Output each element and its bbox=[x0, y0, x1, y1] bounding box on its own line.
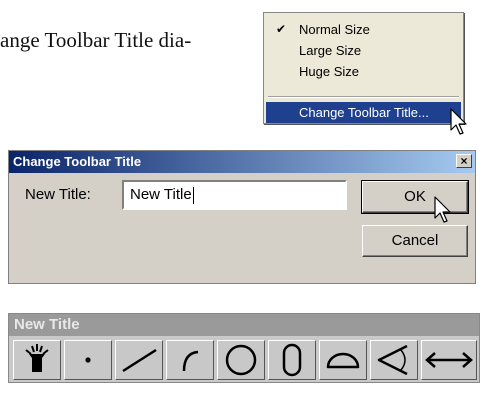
new-title-label: New Title: bbox=[25, 186, 91, 203]
menu-item-label: Normal Size bbox=[299, 22, 370, 37]
mouse-cursor-icon bbox=[450, 108, 467, 135]
new-title-input-value: New Title bbox=[130, 186, 192, 203]
menu-item-label: Change Toolbar Title... bbox=[299, 105, 429, 120]
mouse-cursor-icon bbox=[434, 196, 451, 223]
point-icon bbox=[85, 357, 91, 363]
geometry-toolbar: New Title bbox=[8, 313, 480, 383]
tool-button-line[interactable] bbox=[115, 340, 163, 380]
circle-icon bbox=[225, 344, 257, 376]
checkmark-icon: ✔ bbox=[276, 22, 287, 36]
arc-icon bbox=[182, 350, 199, 372]
distance-icon bbox=[425, 352, 473, 368]
menu-item-normal-size[interactable]: ✔ Normal Size bbox=[266, 19, 461, 40]
semicircle-icon bbox=[326, 352, 360, 369]
new-title-input[interactable]: New Title bbox=[122, 180, 347, 210]
menu-item-huge-size[interactable]: Huge Size bbox=[266, 61, 461, 82]
toolbar-titlebar[interactable]: New Title bbox=[9, 314, 479, 336]
menu-item-label: Huge Size bbox=[299, 64, 359, 79]
menu-item-large-size[interactable]: Large Size bbox=[266, 40, 461, 61]
dialog-title: Change Toolbar Title bbox=[13, 154, 142, 169]
tool-button-magic-hat[interactable] bbox=[13, 340, 61, 380]
tool-button-ellipse[interactable] bbox=[268, 340, 316, 380]
magic-hat-icon bbox=[25, 344, 49, 372]
dialog-titlebar[interactable]: Change Toolbar Title × bbox=[9, 151, 475, 173]
menu-item-change-toolbar-title[interactable]: Change Toolbar Title... bbox=[266, 102, 461, 123]
tool-button-angle[interactable] bbox=[370, 340, 418, 380]
menu-separator bbox=[268, 96, 459, 98]
close-icon[interactable]: × bbox=[456, 154, 472, 168]
tool-button-semicircle[interactable] bbox=[319, 340, 367, 380]
menu-item-label: Large Size bbox=[299, 43, 362, 58]
book-text-fragment: ange Toolbar Title dia- bbox=[0, 28, 192, 52]
change-toolbar-title-dialog: Change Toolbar Title × New Title: New Ti… bbox=[8, 150, 476, 284]
tool-button-point[interactable] bbox=[64, 340, 112, 380]
line-icon bbox=[122, 348, 157, 373]
tool-button-arc[interactable] bbox=[166, 340, 214, 380]
cancel-button[interactable]: Cancel bbox=[362, 225, 468, 257]
tool-button-circle[interactable] bbox=[217, 340, 265, 380]
ellipse-icon bbox=[282, 343, 302, 377]
toolbar-title: New Title bbox=[14, 316, 80, 333]
tool-button-distance[interactable] bbox=[421, 340, 477, 380]
toolbar-context-menu: ✔ Normal Size Large Size Huge Size Chang… bbox=[263, 12, 464, 124]
angle-icon bbox=[377, 344, 408, 376]
text-caret bbox=[192, 186, 194, 204]
